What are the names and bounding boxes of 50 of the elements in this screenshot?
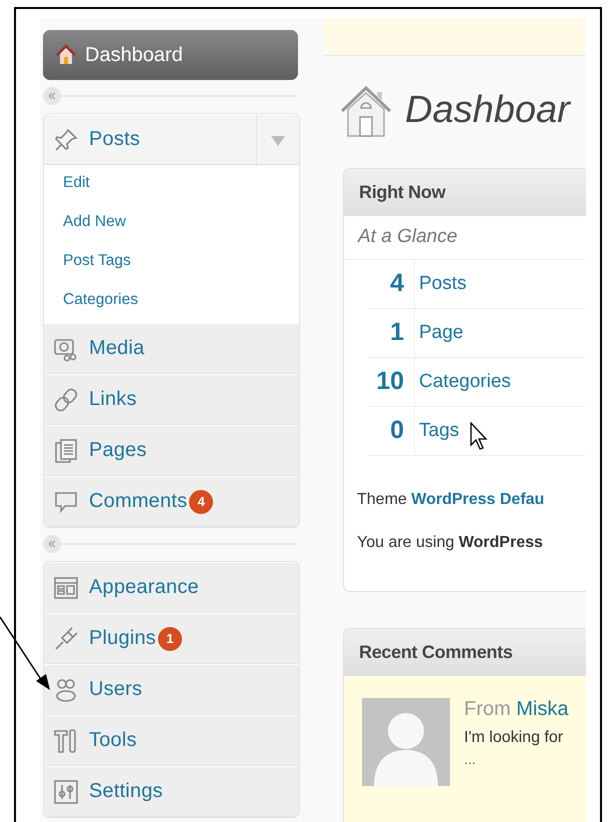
pages-icon [53, 438, 79, 464]
theme-text: Theme WordPress Defau [356, 490, 546, 510]
panel-title: Recent Comments [344, 629, 586, 676]
submenu-link[interactable]: Add New [44, 206, 299, 245]
pushpin-icon [53, 126, 79, 152]
submenu-link[interactable]: Edit [44, 167, 299, 206]
link-icon [53, 386, 79, 412]
menu-item[interactable]: Appearance [44, 562, 299, 613]
caret-icon [271, 136, 285, 146]
stat-link[interactable]: Categories [415, 370, 511, 393]
menu-item[interactable]: Links [44, 374, 299, 425]
menu-item[interactable]: Plugins 1 [44, 613, 299, 664]
menu-item[interactable]: Comments 4 [44, 476, 299, 527]
avatar-icon [362, 698, 450, 786]
submenu-link[interactable]: Post Tags [44, 245, 299, 284]
menu-item[interactable]: Tools [44, 715, 299, 766]
collapse-icon[interactable] [43, 87, 61, 105]
stat-count: 1 [368, 308, 415, 357]
comment-author: From Miska [464, 698, 568, 722]
dashboard-menu-item[interactable]: Dashboard [43, 30, 298, 80]
layout-icon [53, 574, 79, 600]
stat-link[interactable]: Tags [415, 420, 460, 442]
panel-title: Right Now [344, 168, 586, 216]
users-icon [53, 676, 79, 702]
collapse-icon[interactable] [43, 535, 61, 553]
theme-link[interactable]: WordPress Defau [411, 490, 544, 508]
menu-item[interactable]: Posts [44, 114, 299, 165]
tools-icon [53, 728, 79, 754]
stat-count: 4 [368, 260, 415, 308]
house-icon [55, 44, 77, 66]
stat-link[interactable]: Posts [415, 272, 467, 295]
ellipsis-text: ... [464, 751, 477, 768]
plug-icon [53, 626, 79, 652]
menu-item[interactable]: Pages [44, 425, 299, 476]
house-icon [339, 84, 393, 138]
stat-count: 10 [368, 358, 415, 406]
version-text: You are using WordPress [356, 532, 544, 553]
page-title: Dashboar [405, 89, 570, 132]
menu-item[interactable]: Settings [44, 766, 299, 817]
comment-excerpt: I'm looking for [464, 729, 564, 748]
menu-item[interactable]: Media [44, 323, 299, 374]
menu-item[interactable]: Users [44, 664, 299, 715]
submenu-link[interactable]: Categories [44, 284, 299, 323]
settings-icon [53, 778, 79, 804]
stat-count: 0 [368, 406, 415, 455]
stat-link[interactable]: Page [415, 322, 464, 344]
count-badge: 1 [158, 626, 182, 650]
cursor-icon [470, 422, 490, 452]
author-link[interactable]: Miska [516, 698, 568, 720]
count-badge: 4 [189, 490, 214, 514]
